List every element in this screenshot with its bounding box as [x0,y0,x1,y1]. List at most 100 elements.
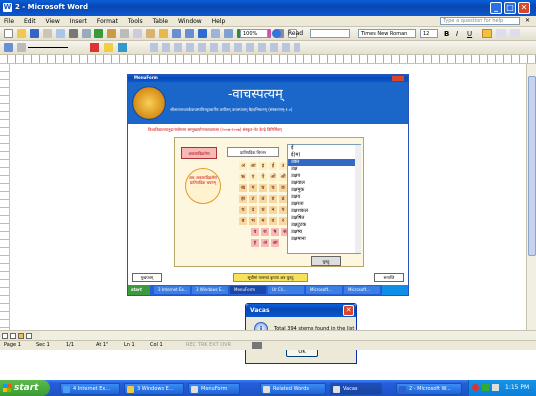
cut-icon[interactable] [120,29,130,38]
start-button[interactable]: start [0,380,50,396]
table-tools-icon[interactable] [150,43,300,52]
align-left-icon[interactable] [482,29,492,38]
stem-list-item[interactable]: उक्ष [288,166,360,173]
menu-tools[interactable]: Tools [128,18,143,25]
close-button[interactable]: ✕ [518,2,530,14]
inner-start-button[interactable]: start [128,285,150,295]
inner-task-item[interactable]: Microsoft... [344,286,380,294]
letter-key[interactable]: म [259,217,267,225]
vertical-scrollbar[interactable] [526,64,536,330]
letter-key[interactable]: न [269,206,277,214]
select-stem-button[interactable]: चुनहु [311,256,341,266]
redo-icon[interactable] [184,29,194,38]
letter-key[interactable]: ए [249,173,257,181]
tray-icon-language[interactable] [482,384,489,391]
stem-list-item[interactable]: उक्षटुटक [288,222,360,229]
stem-list-item[interactable]: उक्षषित [288,215,360,222]
stem-list-item[interactable]: उक्षवाल [288,180,360,187]
taskbar-item-related-words[interactable]: Related Words [260,383,326,395]
letter-key[interactable]: थ [239,206,247,214]
print-view-icon[interactable] [18,333,24,339]
letter-key[interactable]: ट [249,195,257,203]
hyperlink-icon[interactable] [197,29,207,38]
preview-icon[interactable] [81,29,91,38]
letter-key[interactable]: झ [239,195,247,203]
letter-key[interactable]: ठ [259,195,267,203]
letter-key[interactable]: अ [261,239,269,247]
letter-key[interactable]: औ [279,173,287,181]
taskbar-item-menuform[interactable]: MenuForm [188,383,240,395]
stem-list-item[interactable]: ई [288,145,360,152]
style-select[interactable] [310,29,350,38]
letter-key[interactable]: छ [279,184,287,192]
letter-key[interactable]: अ [239,162,247,170]
menu-insert[interactable]: Insert [70,18,87,25]
copy-icon[interactable] [133,29,143,38]
line-color-icon[interactable] [118,43,127,52]
inner-task-item[interactable]: MenuForm [230,286,266,294]
menu-edit[interactable]: Edit [24,18,36,25]
horizontal-scrollbar[interactable] [40,330,536,340]
exit-button[interactable]: समाप्ति [374,273,404,282]
close-doc-icon[interactable]: ✕ [525,17,530,24]
taskbar-item-vacas[interactable]: Vacas [330,383,382,395]
read-button[interactable]: Read [288,30,303,37]
menu-file[interactable]: File [4,18,14,25]
alphabetic-order-button[interactable]: अकारादिक्रमेण [181,147,217,159]
letter-key[interactable]: ड [269,195,277,203]
letter-key[interactable]: ह [251,239,259,247]
align-right-icon[interactable] [510,29,520,38]
fill-color-icon[interactable] [104,43,113,52]
letter-key[interactable]: ग [249,184,257,192]
letter-key[interactable]: आ [271,239,279,247]
font-color-icon[interactable] [90,43,99,52]
italic-button[interactable]: I [456,30,458,38]
letter-key[interactable]: घ [259,184,267,192]
stem-list-item[interactable]: उक्षमाना [288,236,360,243]
help-icon[interactable] [272,29,281,38]
inner-task-item[interactable]: 3 Internet Ex... [154,286,190,294]
stem-list-item[interactable]: उक्षरता [288,201,360,208]
tray-icon-network[interactable] [472,384,479,391]
research-icon[interactable] [107,29,117,38]
taskbar-item-word[interactable]: 2 - Microsoft W... [396,383,462,395]
menu-window[interactable]: Window [178,18,202,25]
stem-list-item[interactable]: उक्षप [288,173,360,180]
taskbar-item-windows-explorer[interactable]: 3 Windows E... [124,383,184,395]
letter-key[interactable]: य [269,217,277,225]
stem-list-item[interactable]: उक्षशकल [288,208,360,215]
menu-format[interactable]: Format [97,18,118,25]
letter-key[interactable]: प [279,206,287,214]
letter-key[interactable]: इ [259,162,267,170]
letter-key[interactable]: श [261,228,269,236]
help-search-input[interactable]: Type a question for help [440,17,520,25]
letter-key[interactable]: उ [279,162,287,170]
letter-key[interactable]: ख [239,184,247,192]
letter-key[interactable]: ध [259,206,267,214]
undo-icon[interactable] [171,29,181,38]
stem-list[interactable]: ई ई(म) उक्त उक्ष उक्षप उक्षवाल उक्षमुक उक्षय उक्… [287,144,361,254]
font-size-select[interactable]: 12 [420,29,438,38]
draw-icon[interactable] [4,43,13,52]
letter-key[interactable]: ढ [279,195,287,203]
menu-table[interactable]: Table [153,18,169,25]
inner-task-item[interactable]: 3 Windows E... [192,286,228,294]
select-objects-icon[interactable] [16,43,26,52]
paste-icon[interactable] [146,29,156,38]
insert-table-icon[interactable] [223,29,233,38]
align-center-icon[interactable] [496,29,506,38]
zoom-select[interactable]: 100% [240,29,268,38]
line-style-select[interactable] [28,47,68,48]
format-painter-icon[interactable] [159,29,169,38]
stem-list-item[interactable]: उक्षय [288,194,360,201]
taskbar-item-internet-explorer[interactable]: 4 Internet Ex... [60,383,120,395]
letter-key[interactable]: र [279,217,287,225]
letter-key[interactable]: ओ [269,173,277,181]
home-button[interactable]: मुखपत्रम् [132,273,162,282]
letter-key[interactable]: द [249,206,257,214]
tray-icon-volume[interactable] [492,384,499,391]
outline-view-icon[interactable] [26,333,32,339]
underline-button[interactable]: U [467,30,472,38]
bold-button[interactable]: B [444,30,449,38]
inner-task-item[interactable]: Microsoft... [306,286,342,294]
